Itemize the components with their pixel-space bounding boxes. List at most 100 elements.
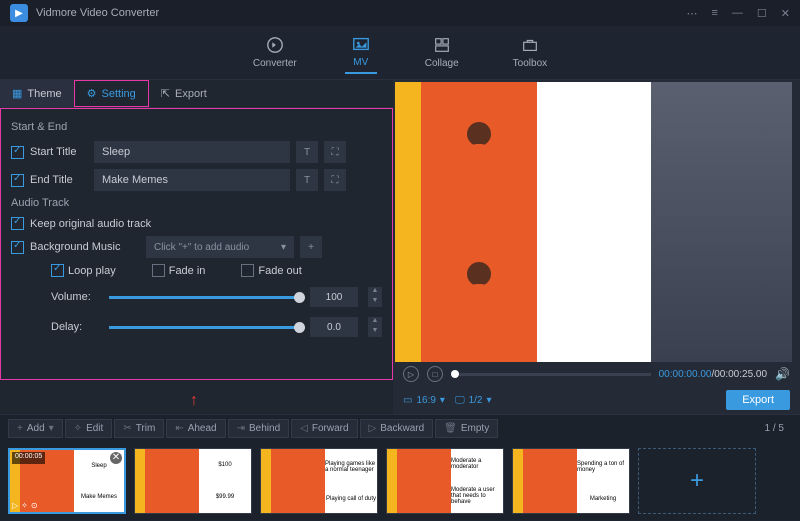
chevron-down-icon: ▾ [440, 395, 445, 406]
remove-thumb-icon[interactable]: ✕ [110, 452, 122, 464]
backward-icon: ▷ [369, 423, 377, 434]
trash-icon: 🗑 [444, 423, 457, 434]
preview-panel: ▷ □ 00:00:00.00/00:00:25.00 🔊 ▭16:9▾ 🖵1/… [393, 80, 800, 414]
section-audio: Audio Track [11, 197, 382, 209]
behind-icon: ⇥ [237, 423, 245, 434]
nav-mv[interactable]: MV [345, 31, 377, 74]
section-start-end: Start & End [11, 121, 382, 133]
play-button[interactable]: ▷ [403, 366, 419, 382]
top-nav: Converter MV Collage Toolbox [0, 26, 800, 80]
thumbnail-4[interactable]: Moderate a moderatorModerate a user that… [386, 448, 504, 514]
chevron-down-icon: ▾ [281, 242, 286, 253]
tab-theme[interactable]: ▦Theme [0, 80, 74, 107]
start-title-checkbox[interactable] [11, 146, 24, 159]
minimize-icon[interactable]: — [732, 7, 743, 19]
feedback-icon[interactable]: ⋯ [686, 7, 697, 20]
ahead-button[interactable]: ⇤Ahead [166, 419, 225, 438]
loop-play-checkbox[interactable] [51, 264, 64, 277]
menu-icon[interactable]: ≡ [711, 7, 717, 19]
scissors-icon: ✂ [123, 423, 131, 434]
volume-spinner[interactable]: ▲▼ [368, 287, 382, 307]
app-logo-icon: ▶ [10, 4, 28, 22]
tab-export[interactable]: ⇱Export [149, 80, 219, 107]
edit-clip-button[interactable]: ✧Edit [65, 419, 113, 438]
collage-icon [432, 36, 452, 54]
backward-button[interactable]: ▷Backward [360, 419, 434, 438]
volume-label: Volume: [51, 291, 99, 303]
edit-icon[interactable]: ✧ [21, 501, 28, 510]
toolbox-icon [520, 36, 540, 54]
annotation-arrow-icon: ↑ [190, 392, 198, 410]
thumbnail-2[interactable]: $100$99.99 [134, 448, 252, 514]
theme-icon: ▦ [12, 87, 22, 100]
aspect-dropdown[interactable]: ▭16:9▾ [403, 395, 445, 406]
nav-converter[interactable]: Converter [247, 32, 303, 73]
start-title-input[interactable] [94, 141, 290, 163]
stop-button[interactable]: □ [427, 366, 443, 382]
aspect-icon: ▭ [403, 395, 412, 406]
add-audio-button[interactable]: + [300, 236, 322, 258]
end-title-font-button[interactable]: T [296, 169, 318, 191]
empty-button[interactable]: 🗑Empty [435, 419, 498, 438]
volume-icon[interactable]: 🔊 [775, 367, 790, 381]
video-preview [395, 82, 792, 362]
keep-original-label: Keep original audio track [30, 218, 151, 230]
timecode: 00:00:00.00/00:00:25.00 [659, 369, 767, 380]
delay-value[interactable]: 0.0 [310, 317, 358, 337]
screen-page-dropdown[interactable]: 🖵1/2▾ [455, 395, 492, 406]
maximize-icon[interactable]: ☐ [757, 7, 767, 20]
clip-toolbar: +Add▾ ✧Edit ✂Trim ⇤Ahead ⇥Behind ◁Forwar… [0, 414, 800, 442]
volume-slider[interactable] [109, 296, 300, 299]
fade-in-checkbox[interactable] [152, 264, 165, 277]
plus-icon: + [17, 423, 23, 434]
settings-panel: ▦Theme ⚙Setting ⇱Export Start & End Star… [0, 80, 393, 414]
app-title: Vidmore Video Converter [36, 7, 159, 19]
start-title-font-button[interactable]: T [296, 141, 318, 163]
delay-spinner[interactable]: ▲▼ [368, 317, 382, 337]
page-info: 1 / 5 [765, 423, 792, 434]
delay-label: Delay: [51, 321, 99, 333]
ahead-icon: ⇤ [175, 423, 183, 434]
chevron-down-icon: ▾ [487, 395, 492, 406]
thumbnail-3[interactable]: Playing games like a normal teenagerPlay… [260, 448, 378, 514]
gear-icon: ⚙ [87, 87, 97, 100]
play-icon[interactable]: ▷ [12, 501, 18, 510]
thumb-duration: 00:00:05 [12, 452, 45, 464]
behind-button[interactable]: ⇥Behind [228, 419, 290, 438]
end-title-input[interactable] [94, 169, 290, 191]
export-button[interactable]: Export [726, 390, 790, 410]
tab-setting[interactable]: ⚙Setting [74, 80, 149, 107]
start-title-expand-button[interactable]: ⛶ [324, 141, 346, 163]
close-icon[interactable]: ✕ [781, 7, 790, 20]
keep-original-checkbox[interactable] [11, 217, 24, 230]
forward-button[interactable]: ◁Forward [291, 419, 357, 438]
timeline-slider[interactable] [451, 373, 651, 376]
thumbnail-1[interactable]: 00:00:05✕ SleepMake Memes ▷✧⊙ [8, 448, 126, 514]
export-icon: ⇱ [161, 87, 170, 100]
background-music-checkbox[interactable] [11, 241, 24, 254]
chevron-down-icon: ▾ [49, 423, 54, 434]
end-title-expand-button[interactable]: ⛶ [324, 169, 346, 191]
end-title-label: End Title [30, 174, 88, 186]
add-clip-button[interactable]: +Add▾ [8, 419, 63, 438]
titlebar: ▶ Vidmore Video Converter ⋯ ≡ — ☐ ✕ [0, 0, 800, 26]
trim-clip-button[interactable]: ✂Trim [114, 419, 164, 438]
delay-slider[interactable] [109, 326, 300, 329]
add-thumbnail-button[interactable]: + [638, 448, 756, 514]
fade-out-checkbox[interactable] [241, 264, 254, 277]
mv-icon [351, 35, 371, 53]
thumbnail-5[interactable]: Spending a ton of moneyMarketing [512, 448, 630, 514]
nav-toolbox[interactable]: Toolbox [507, 32, 553, 73]
more-icon[interactable]: ⊙ [31, 501, 38, 510]
nav-collage[interactable]: Collage [419, 32, 465, 73]
volume-value[interactable]: 100 [310, 287, 358, 307]
thumbnail-strip: 00:00:05✕ SleepMake Memes ▷✧⊙ $100$99.99… [0, 442, 800, 520]
background-music-label: Background Music [30, 241, 140, 253]
forward-icon: ◁ [300, 423, 308, 434]
background-music-dropdown[interactable]: Click "+" to add audio▾ [146, 236, 294, 258]
end-title-checkbox[interactable] [11, 174, 24, 187]
start-title-label: Start Title [30, 146, 88, 158]
screen-icon: 🖵 [455, 395, 465, 406]
wand-icon: ✧ [74, 423, 82, 434]
converter-icon [265, 36, 285, 54]
